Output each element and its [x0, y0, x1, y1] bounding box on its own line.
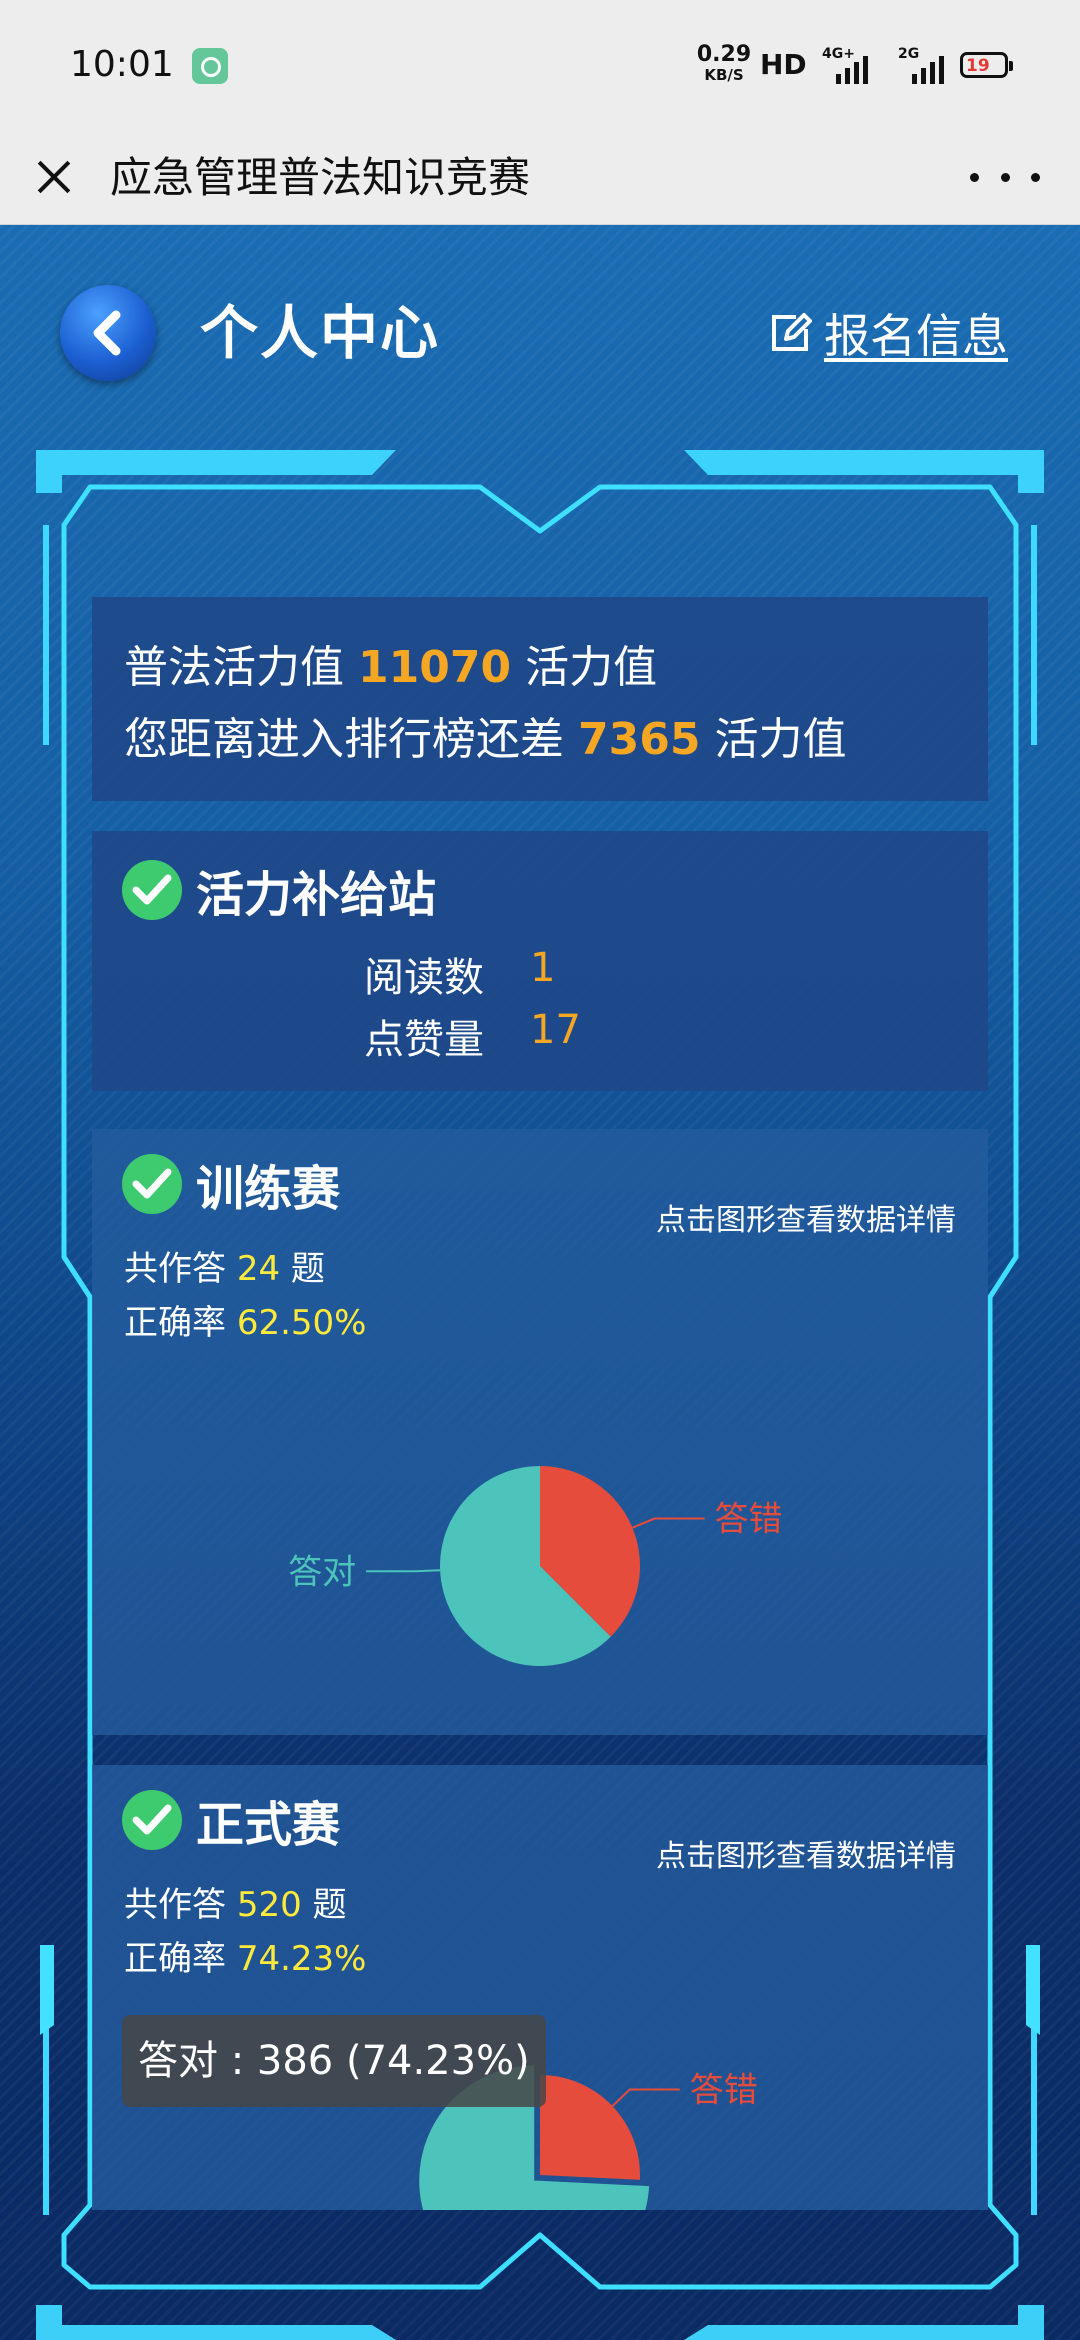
formal-total-label: 共作答	[124, 1885, 226, 1925]
network-speed-value: 0.29	[696, 42, 752, 67]
training-title: 训练赛	[196, 1161, 341, 1217]
likes-label: 点赞量	[364, 1017, 484, 1063]
training-total-value: 24	[236, 1249, 281, 1289]
supply-station-title: 活力补给站	[196, 867, 437, 923]
ranking-gap-label: 您距离进入排行榜还差	[124, 714, 564, 765]
reads-label: 阅读数	[364, 955, 484, 1001]
title-bar: 应急管理普法知识竞赛	[0, 132, 1080, 225]
pie-label-right: 答对	[288, 1552, 356, 1592]
training-panel: 训练赛 点击图形查看数据详情 共作答 24 题 正确率 62.50% 答错 答对	[92, 1129, 988, 1735]
reads-stat: 阅读数 1	[364, 945, 555, 1003]
battery-level: 19	[966, 56, 990, 76]
vitality-panel: 普法活力值 11070 活力值 您距离进入排行榜还差 7365 活力值	[92, 597, 988, 801]
close-icon[interactable]	[24, 146, 84, 206]
training-header: 训练赛	[122, 1149, 340, 1219]
status-bar: 10:01 0.29 KB/S HD 4G+ 2G 19	[0, 0, 1080, 132]
formal-panel: 正式赛 点击图形查看数据详情 共作答 520 题 正确率 74.23% 答错 答…	[92, 1765, 988, 2210]
formal-accuracy-label: 正确率	[124, 1939, 226, 1979]
page-title: 应急管理普法知识竞赛	[110, 153, 531, 202]
status-time: 10:01	[70, 44, 174, 85]
ranking-gap-value: 7365	[578, 714, 701, 765]
training-pie-chart[interactable]: 答错 答对	[92, 1329, 988, 1729]
formal-total-unit: 题	[312, 1885, 347, 1925]
formal-chart-hint: 点击图形查看数据详情	[656, 1839, 956, 1874]
pie-slice-wrong[interactable]	[540, 2075, 641, 2180]
formal-accuracy-value: 74.23%	[236, 1939, 367, 1979]
network-speed: 0.29 KB/S	[694, 44, 754, 83]
vitality-unit: 活力值	[525, 642, 658, 693]
signal-sim1-icon: 4G+	[822, 44, 882, 84]
formal-accuracy: 正确率 74.23%	[124, 1931, 366, 1980]
likes-stat: 点赞量 17	[364, 1007, 581, 1065]
back-button[interactable]	[60, 285, 156, 381]
formal-title: 正式赛	[196, 1797, 341, 1853]
vitality-value: 11070	[358, 642, 512, 693]
register-info-link[interactable]: 报名信息	[766, 303, 1008, 363]
vitality-line: 普法活力值 11070 活力值	[124, 631, 657, 695]
supply-station-header: 活力补给站	[122, 855, 436, 925]
chevron-left-icon	[93, 310, 121, 356]
reads-value: 1	[530, 945, 556, 991]
chart-tooltip: 答对 : 386 (74.23%)	[122, 2015, 546, 2107]
ranking-gap-unit: 活力值	[714, 714, 847, 765]
ranking-gap-line: 您距离进入排行榜还差 7365 活力值	[124, 703, 846, 767]
likes-value: 17	[530, 1007, 581, 1053]
training-chart-hint: 点击图形查看数据详情	[656, 1203, 956, 1238]
network-speed-unit: KB/S	[704, 66, 744, 84]
hd-voice-icon: HD	[760, 48, 807, 81]
battery-icon: 19	[960, 52, 1013, 78]
page-content: 个人中心 报名信息 普法活力值 11070 活力值 您距离进入排行榜还差 736…	[0, 225, 1080, 2340]
check-circle-icon	[122, 1154, 182, 1214]
supply-station-panel: 活力补给站 阅读数 1 点赞量 17	[92, 831, 988, 1091]
training-total-unit: 题	[290, 1249, 325, 1289]
training-total: 共作答 24 题	[124, 1241, 325, 1290]
more-options-icon[interactable]	[970, 152, 1040, 202]
formal-total: 共作答 520 题	[124, 1877, 347, 1926]
pie-label-wrong: 答错	[690, 2070, 758, 2110]
formal-header: 正式赛	[122, 1785, 340, 1855]
register-info-label: 报名信息	[824, 309, 1008, 363]
personal-center-title: 个人中心	[200, 299, 441, 367]
training-total-label: 共作答	[124, 1249, 226, 1289]
vitality-label: 普法活力值	[124, 642, 344, 693]
formal-total-value: 520	[236, 1885, 302, 1925]
check-circle-icon	[122, 860, 182, 920]
signal-sim2-icon: 2G	[898, 44, 958, 84]
pie-label-wrong: 答错	[715, 1500, 783, 1540]
app-notification-icon	[192, 48, 228, 84]
edit-icon	[772, 313, 812, 351]
check-circle-icon	[122, 1790, 182, 1850]
